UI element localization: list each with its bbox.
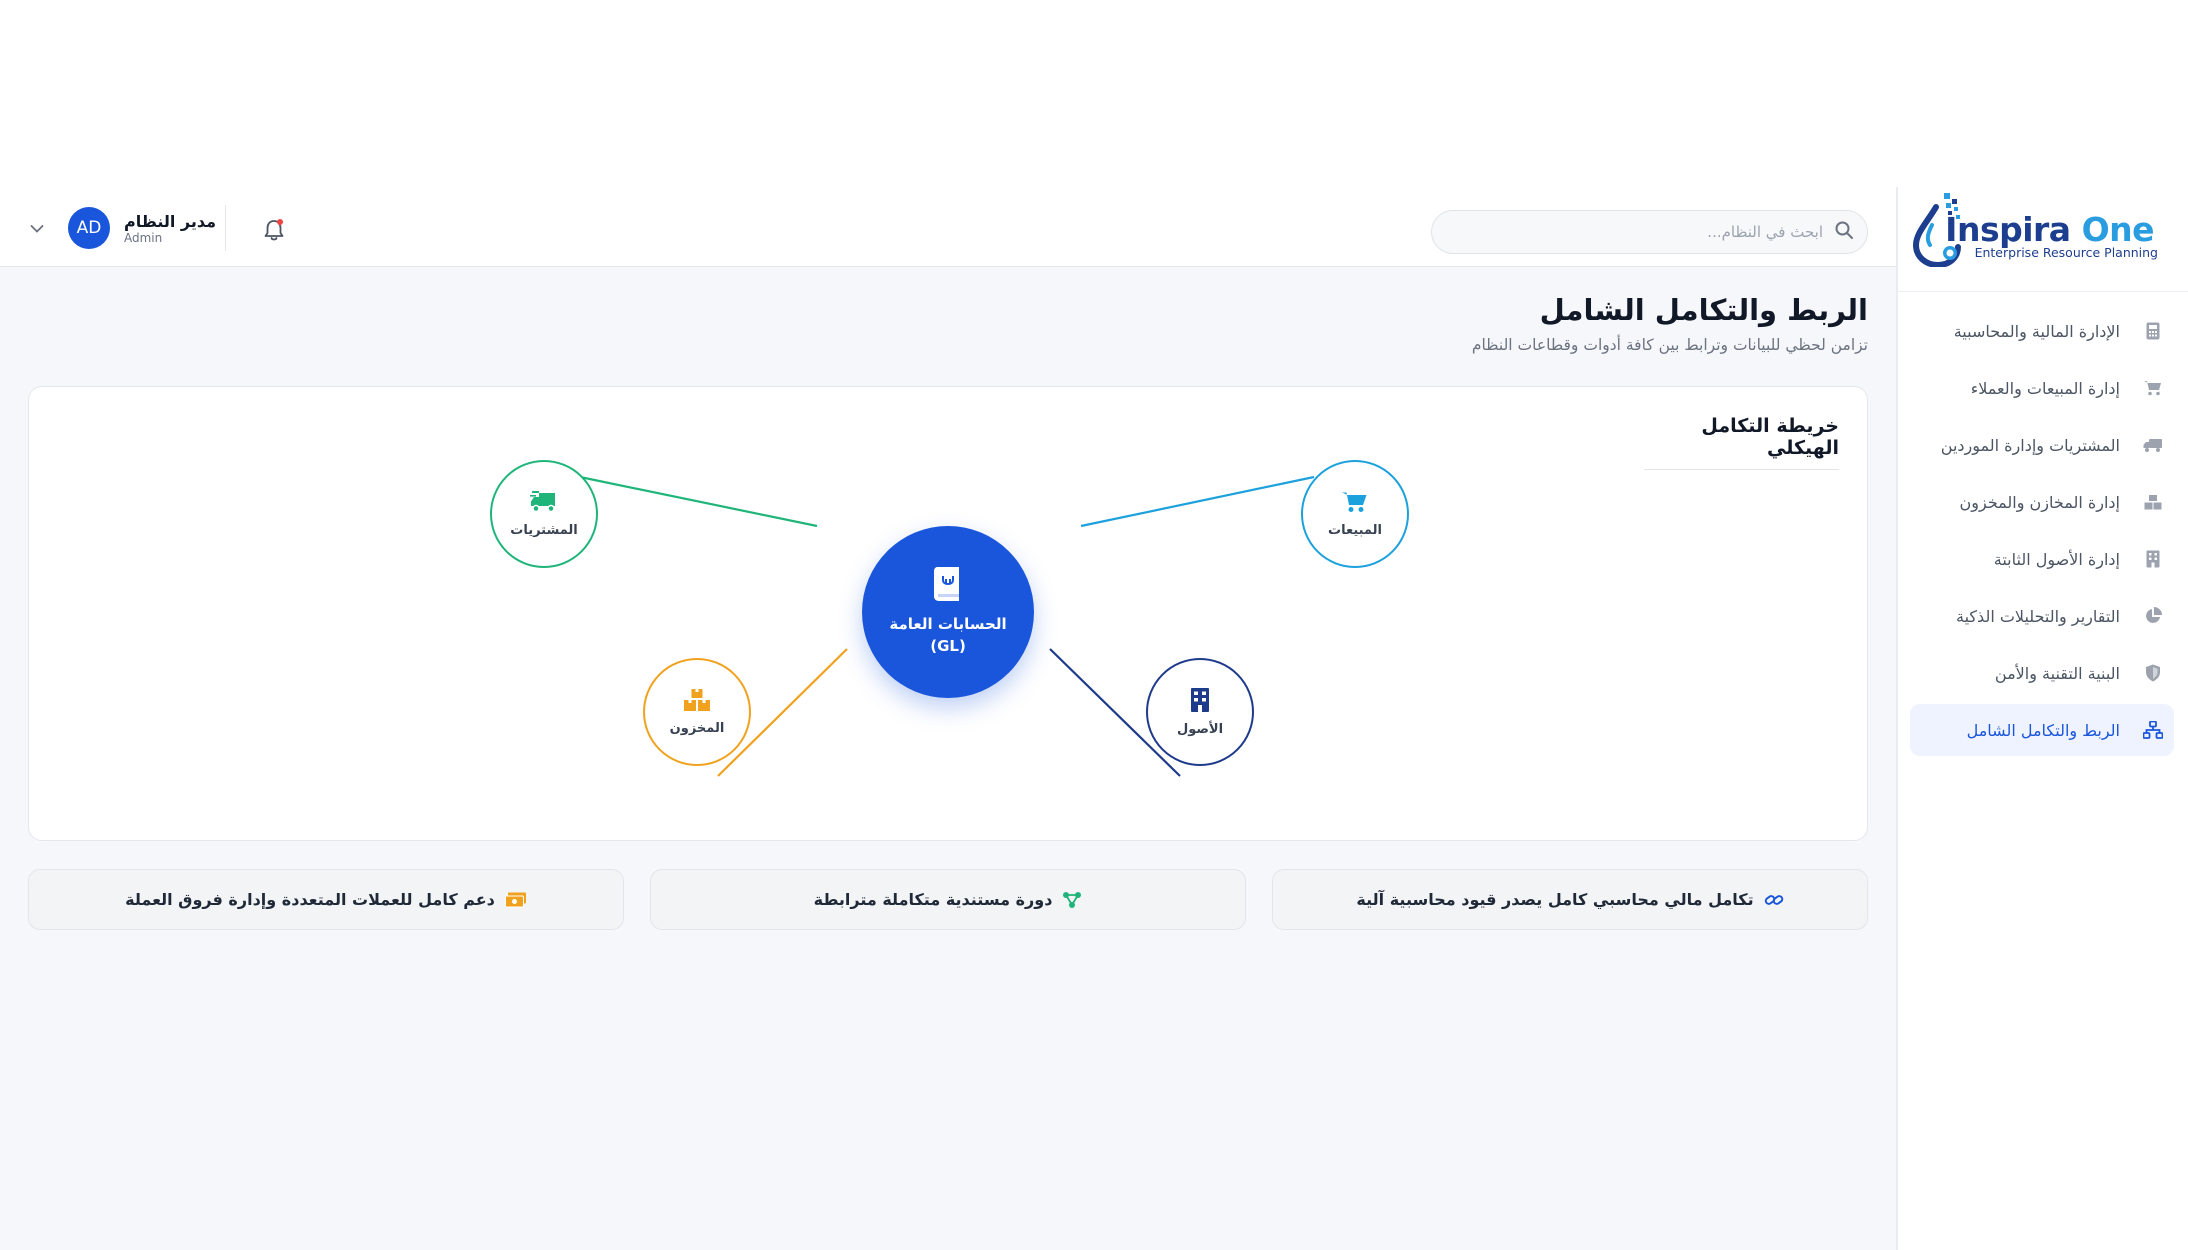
header-divider	[225, 205, 226, 251]
node-assets[interactable]: الأصول	[1146, 658, 1254, 766]
top-blank-area	[0, 0, 2188, 187]
link-icon	[1764, 892, 1784, 908]
ledger-book-icon	[933, 567, 963, 605]
money-bill-icon	[504, 892, 527, 908]
avatar[interactable]: AD	[68, 207, 110, 249]
cart-icon	[2142, 377, 2164, 399]
sidebar-item-label: التقارير والتحليلات الذكية	[1956, 606, 2120, 626]
boxes-icon	[2142, 491, 2164, 513]
sidebar-item-label: الإدارة المالية والمحاسبية	[1953, 321, 2120, 341]
node-general-ledger[interactable]: الحسابات العامة (GL)	[862, 526, 1034, 698]
user-name: مدير النظام	[124, 211, 217, 231]
node-inventory[interactable]: المخزون	[643, 658, 751, 766]
feature-card-accounting[interactable]: تكامل مالي محاسبي كامل يصدر قيود محاسبية…	[1272, 869, 1868, 930]
page-title: الربط والتكامل الشامل	[1539, 293, 1868, 327]
node-purchases[interactable]: المشتريات	[490, 460, 598, 568]
feature-label: دعم كامل للعملات المتعددة وإدارة فروق ال…	[125, 890, 495, 909]
brand-logo[interactable]: Inspira One Enterprise Resource Planning	[1896, 187, 2188, 292]
user-info: مدير النظام Admin	[124, 212, 216, 245]
sidebar-item-finance[interactable]: الإدارة المالية والمحاسبية	[1910, 305, 2174, 357]
top-header: AD مدير النظام Admin	[0, 187, 1896, 267]
node-label: المخزون	[669, 720, 725, 736]
sidebar-item-security[interactable]: البنية التقنية والأمن	[1910, 647, 2174, 699]
sidebar-item-label: الربط والتكامل الشامل	[1966, 720, 2120, 740]
boxes-icon	[683, 688, 711, 715]
sidebar-item-integration[interactable]: الربط والتكامل الشامل	[1910, 704, 2174, 756]
truck-icon	[530, 490, 558, 517]
search-input[interactable]	[1443, 223, 1823, 241]
center-node-line1: الحسابات العامة	[889, 615, 1007, 633]
sidebar-item-label: المشتريات وإدارة الموردين	[1940, 435, 2120, 455]
sidebar-item-inventory[interactable]: إدارة المخازن والمخزون	[1910, 476, 2174, 528]
center-node-label: الحسابات العامة (GL)	[889, 613, 1006, 657]
sidebar: Inspira One Enterprise Resource Planning…	[1896, 187, 2188, 1250]
feature-cards: تكامل مالي محاسبي كامل يصدر قيود محاسبية…	[28, 869, 1868, 930]
sidebar-item-purchases[interactable]: المشتريات وإدارة الموردين	[1910, 419, 2174, 471]
network-icon	[2142, 719, 2164, 741]
notification-dot	[277, 219, 283, 225]
user-role: Admin	[124, 230, 163, 245]
share-nodes-icon	[1062, 891, 1082, 909]
sidebar-nav: الإدارة المالية والمحاسبية إدارة المبيعا…	[1910, 305, 2174, 761]
center-node-line2: (GL)	[930, 637, 966, 655]
notifications-button[interactable]	[259, 215, 289, 245]
search-box[interactable]	[1431, 210, 1868, 254]
page-subtitle: تزامن لحظي للبيانات وترابط بين كافة أدوا…	[1471, 336, 1868, 354]
building-icon	[1190, 687, 1210, 716]
sidebar-item-label: إدارة الأصول الثابتة	[1993, 549, 2120, 569]
pie-chart-icon	[2142, 605, 2164, 627]
node-label: الأصول	[1176, 721, 1224, 737]
shield-icon	[2142, 662, 2164, 684]
node-label: المشتريات	[510, 522, 578, 538]
feature-card-documents[interactable]: دورة مستندية متكاملة مترابطة	[650, 869, 1246, 930]
cart-icon	[1342, 491, 1368, 517]
sidebar-item-sales[interactable]: إدارة المبيعات والعملاء	[1910, 362, 2174, 414]
user-menu[interactable]: AD مدير النظام Admin	[30, 206, 216, 250]
search-icon	[1835, 221, 1853, 243]
calculator-icon	[2142, 320, 2164, 342]
feature-card-currency[interactable]: دعم كامل للعملات المتعددة وإدارة فروق ال…	[28, 869, 624, 930]
sidebar-item-label: إدارة المخازن والمخزون	[1959, 492, 2120, 512]
bell-icon	[264, 219, 284, 241]
building-icon	[2142, 548, 2164, 570]
chevron-down-icon[interactable]	[30, 219, 50, 238]
node-label: المبيعات	[1328, 522, 1382, 538]
sidebar-item-label: البنية التقنية والأمن	[1994, 663, 2120, 683]
connector-sales	[1080, 475, 1315, 528]
sidebar-item-reports[interactable]: التقارير والتحليلات الذكية	[1910, 590, 2174, 642]
sidebar-item-assets[interactable]: إدارة الأصول الثابتة	[1910, 533, 2174, 585]
feature-label: دورة مستندية متكاملة مترابطة	[813, 890, 1053, 909]
integration-map-card: خريطة التكامل الهيكلي المشتريات المبيعات…	[28, 386, 1868, 841]
brand-name: Inspira One	[1945, 210, 2154, 249]
connector-purchases	[579, 475, 818, 528]
brand-tagline: Enterprise Resource Planning	[1974, 245, 2158, 260]
node-sales[interactable]: المبيعات	[1301, 460, 1409, 568]
sidebar-item-label: إدارة المبيعات والعملاء	[1970, 378, 2120, 398]
feature-label: تكامل مالي محاسبي كامل يصدر قيود محاسبية…	[1356, 890, 1754, 909]
truck-icon	[2142, 434, 2164, 456]
